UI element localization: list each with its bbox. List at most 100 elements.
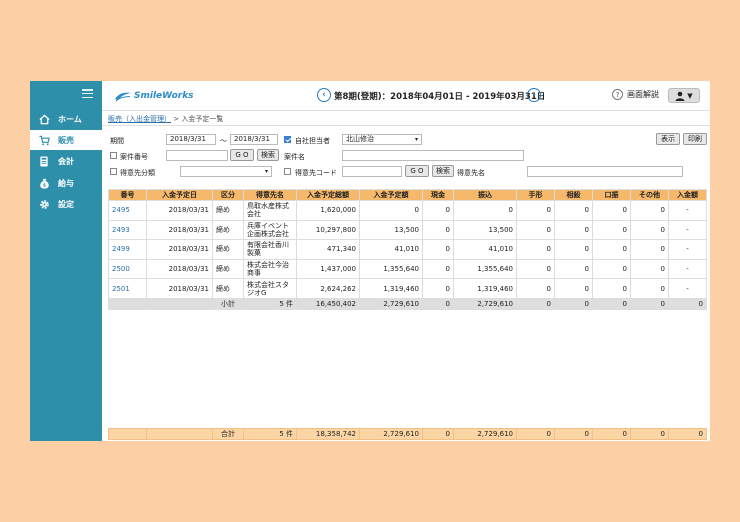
customer-code-search-button[interactable]: 検索: [432, 165, 454, 177]
sidebar-item-accounting[interactable]: 会計: [30, 151, 102, 171]
home-icon: [38, 113, 50, 125]
prev-period-button[interactable]: ‹: [317, 88, 331, 102]
row-bill: 0: [516, 200, 555, 221]
case-no-label: 案件番号: [120, 153, 148, 161]
row-number-link[interactable]: 2501: [108, 278, 147, 299]
gear-icon: [38, 198, 50, 210]
row-debit: 0: [592, 278, 631, 299]
hamburger-menu-icon[interactable]: [82, 89, 93, 99]
subtotal-offset: 0: [554, 297, 593, 310]
row-cash: 0: [422, 239, 454, 260]
row-other: 0: [630, 239, 669, 260]
grand-total-label: 合計: [212, 428, 244, 440]
case-no-search-button[interactable]: 検索: [257, 149, 279, 161]
row-kubun: 締め: [212, 258, 244, 280]
row-bill: 0: [516, 239, 555, 260]
ledger-icon: [38, 155, 50, 167]
row-debit: 0: [592, 239, 631, 260]
row-debit: 0: [592, 219, 631, 241]
table-row[interactable]: 2499 2018/03/31 締め 有限会社香川製菓 471,340 41,010 0 41…: [108, 239, 707, 260]
cart-icon: [38, 134, 50, 146]
subtotal-received: 0: [668, 297, 707, 310]
breadcrumb: 販売（入出金管理） > 入金予定一覧: [108, 114, 223, 124]
fiscal-period: 第8期(登期)：2018年04月01日 - 2019年03月31日: [334, 92, 546, 102]
customer-category-checkbox[interactable]: [110, 168, 117, 175]
date-from-input[interactable]: 2018/3/31: [166, 134, 216, 145]
row-received: -: [668, 200, 707, 221]
table-row[interactable]: 2495 2018/03/31 締め 鳥取水産株式会社 1,620,000 0 0 0 0 0 0 0…: [108, 200, 707, 221]
row-date: 2018/03/31: [146, 219, 213, 241]
help-link[interactable]: ? 画面解説: [612, 89, 659, 100]
own-staff-checkbox[interactable]: [284, 136, 291, 143]
customer-code-label: 得意先コード: [295, 169, 337, 177]
column-header: 入金額: [668, 189, 707, 201]
table-row[interactable]: 2493 2018/03/31 締め 兵庫イベント企画株式会社 10,297,800 13…: [108, 219, 707, 241]
row-other: 0: [630, 258, 669, 280]
row-cash: 0: [422, 258, 454, 280]
row-other: 0: [630, 200, 669, 221]
row-number-link[interactable]: 2499: [108, 239, 147, 260]
row-debit: 0: [592, 200, 631, 221]
grand-total-cash: 0: [422, 428, 454, 440]
subtotal-planned: 2,729,610: [359, 297, 423, 310]
help-label: 画面解説: [627, 90, 659, 99]
case-name-input[interactable]: [342, 150, 524, 161]
table-header-row: 番号 入金予定日 区分 得意先名 入金予定総額 入金予定額 現金 振込 手形 相殺 口振 その他 入金額: [108, 189, 707, 201]
print-button[interactable]: 印刷: [683, 133, 707, 145]
smileworks-logo[interactable]: SmileWorks: [114, 89, 194, 103]
row-number-link[interactable]: 2500: [108, 258, 147, 280]
breadcrumb-current: 入金予定一覧: [181, 115, 224, 123]
row-bill: 0: [516, 219, 555, 241]
row-number-link[interactable]: 2493: [108, 219, 147, 241]
sidebar-item-sales[interactable]: 販売: [30, 130, 102, 150]
row-number-link[interactable]: 2495: [108, 200, 147, 221]
subtotal-label: 小計: [212, 297, 244, 310]
row-offset: 0: [554, 258, 593, 280]
sidebar-item-label: ホーム: [58, 114, 82, 124]
grand-total-bill: 0: [516, 428, 555, 440]
column-header: 現金: [422, 189, 454, 201]
customer-code-go-button[interactable]: G O: [405, 165, 429, 177]
breadcrumb-separator: >: [173, 115, 180, 123]
row-total: 1,620,000: [296, 200, 360, 221]
row-planned: 0: [359, 200, 423, 221]
own-staff-select[interactable]: 北山修治: [342, 134, 422, 145]
sidebar-item-home[interactable]: ホーム: [30, 109, 102, 129]
customer-code-checkbox[interactable]: [284, 168, 291, 175]
table-row[interactable]: 2501 2018/03/31 締め 株式会社スタジオG 2,624,262 1,319,…: [108, 278, 707, 299]
row-offset: 0: [554, 219, 593, 241]
column-header: 番号: [108, 189, 147, 201]
sidebar-item-payroll[interactable]: $ 給与: [30, 173, 102, 193]
chevron-left-icon: ‹: [322, 89, 326, 100]
empty-cell: [108, 428, 147, 440]
date-to-input[interactable]: 2018/3/31: [230, 134, 278, 145]
customer-category-select[interactable]: [180, 166, 272, 177]
row-date: 2018/03/31: [146, 258, 213, 280]
subtotal-debit: 0: [592, 297, 631, 310]
svg-text:$: $: [42, 182, 45, 188]
table-row[interactable]: 2500 2018/03/31 締め 株式会社今治商事 1,437,000 1,355,6…: [108, 258, 707, 280]
case-no-input[interactable]: [166, 150, 228, 161]
grand-total-other: 0: [630, 428, 669, 440]
case-no-go-button[interactable]: G O: [230, 149, 254, 161]
next-period-button[interactable]: ›: [527, 88, 541, 102]
sidebar-item-settings[interactable]: 設定: [30, 194, 102, 214]
row-kubun: 締め: [212, 219, 244, 241]
case-no-checkbox[interactable]: [110, 152, 117, 159]
row-received: -: [668, 219, 707, 241]
user-menu-button[interactable]: ▼: [668, 88, 700, 103]
row-planned: 41,010: [359, 239, 423, 260]
customer-code-input[interactable]: [342, 166, 402, 177]
row-transfer: 1,319,460: [453, 278, 517, 299]
customer-name-input[interactable]: [527, 166, 683, 177]
empty-cell: [146, 297, 213, 310]
display-button[interactable]: 表示: [656, 133, 680, 145]
grand-total-received: 0: [668, 428, 707, 440]
subtotal-transfer: 2,729,610: [453, 297, 517, 310]
row-customer: 有限会社香川製菓: [243, 239, 297, 260]
column-header: 得意先名: [243, 189, 297, 201]
row-customer: 兵庫イベント企画株式会社: [243, 219, 297, 241]
column-header: 入金予定総額: [296, 189, 360, 201]
subtotal-cash: 0: [422, 297, 454, 310]
breadcrumb-parent-link[interactable]: 販売（入出金管理）: [108, 115, 171, 123]
